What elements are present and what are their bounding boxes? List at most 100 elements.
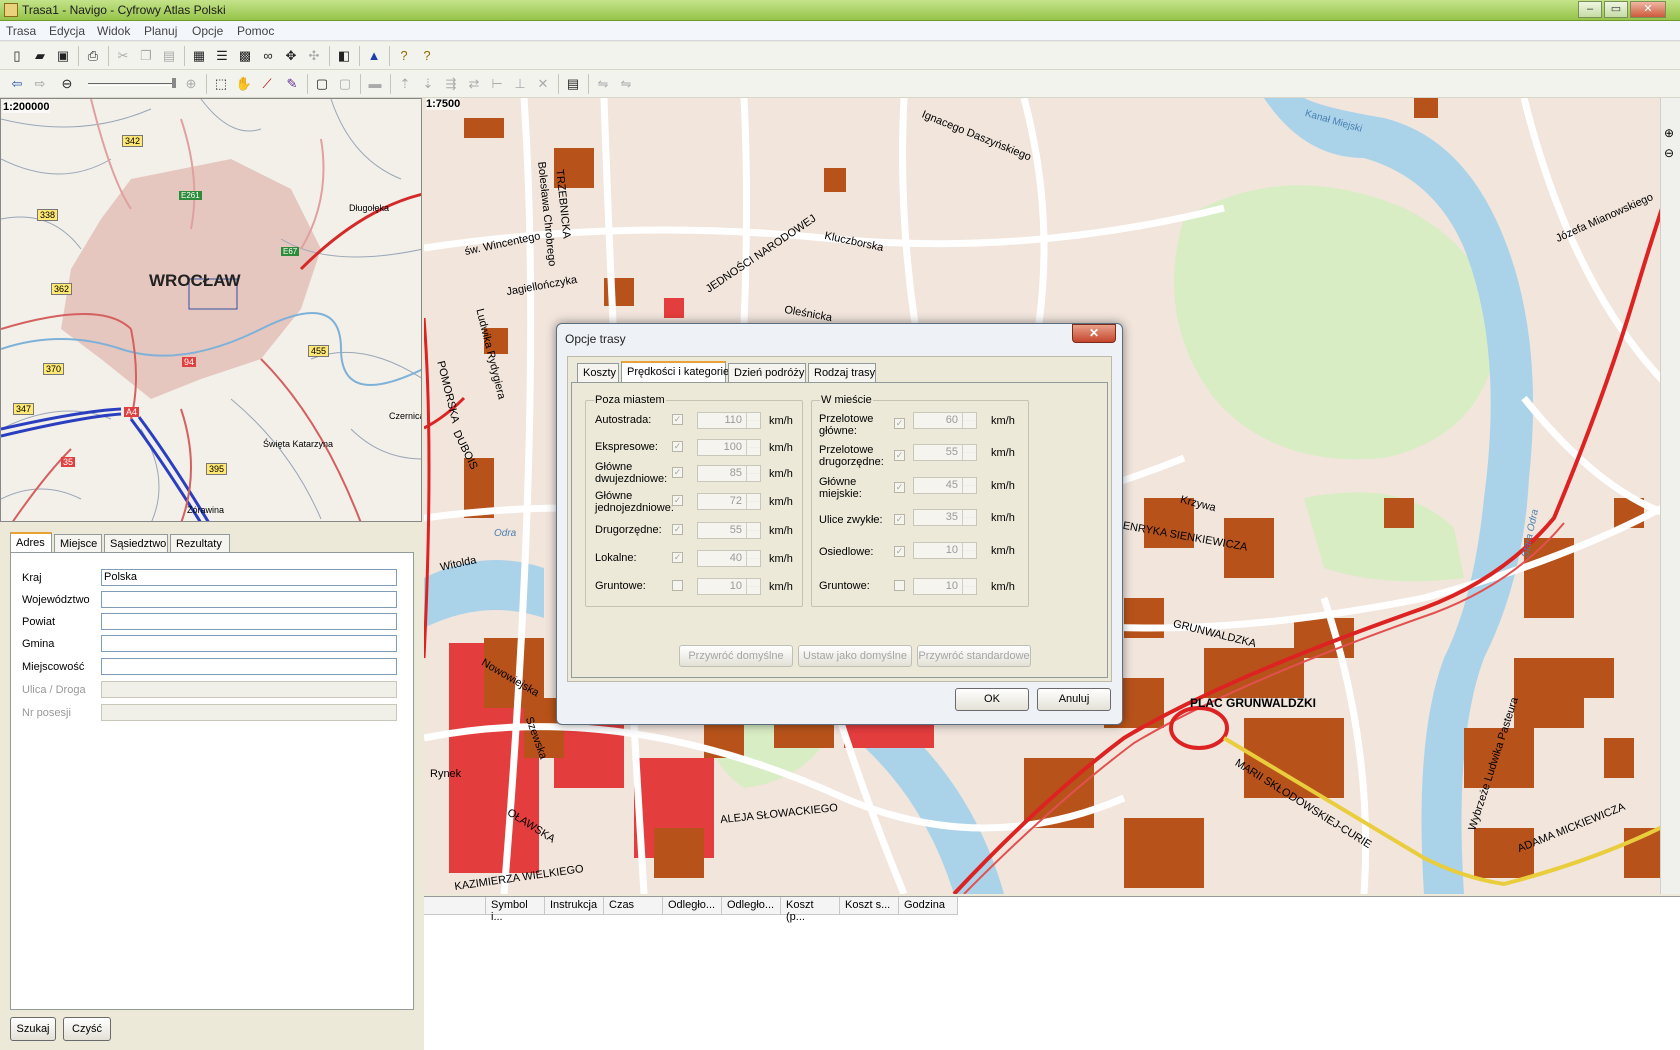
menu-opcje[interactable]: Opcje — [192, 24, 223, 38]
print-icon[interactable]: ⎙ — [84, 47, 102, 65]
grid-header[interactable]: Godzina — [899, 897, 958, 915]
fit-selection-icon[interactable]: ▢ — [336, 75, 354, 93]
speed-input[interactable]: 45 — [913, 477, 977, 494]
tab-miejsce[interactable]: Miejsce — [54, 534, 102, 554]
grid-header[interactable] — [424, 897, 486, 915]
speed-input[interactable]: 110 — [697, 412, 761, 429]
zoom-minus-icon[interactable]: ⊖ — [1664, 146, 1674, 160]
speed-checkbox[interactable]: ✓ — [672, 414, 683, 425]
grid-header[interactable]: Koszt (p... — [781, 897, 840, 923]
menu-planuj[interactable]: Planuj — [144, 24, 177, 38]
pan-hand-icon[interactable]: ✋ — [235, 75, 253, 93]
grid-header[interactable]: Odległo... — [663, 897, 722, 915]
insert-point-icon[interactable]: ⇶ — [442, 75, 460, 93]
help-icon[interactable]: ? — [395, 47, 413, 65]
restore-defaults-button[interactable]: Przywróć domyślne — [679, 645, 793, 667]
minimize-button[interactable]: ‒ — [1578, 1, 1602, 18]
menu-pomoc[interactable]: Pomoc — [237, 24, 274, 38]
street-input[interactable] — [101, 681, 397, 698]
speed-checkbox[interactable]: ✓ — [672, 495, 683, 506]
find-binoculars-icon[interactable]: ∞ — [259, 47, 277, 65]
tab-rodzaj-trasy[interactable]: Rodzaj trasy — [808, 363, 876, 383]
maximize-button[interactable]: ▭ — [1604, 1, 1628, 18]
new-file-icon[interactable]: ▯ — [8, 47, 26, 65]
speed-input[interactable]: 35 — [913, 509, 977, 526]
tools-icon[interactable]: ✥ — [282, 47, 300, 65]
measure-icon[interactable]: ✎ — [283, 75, 301, 93]
open-folder-icon[interactable]: ▰ — [31, 47, 49, 65]
speed-checkbox[interactable]: ✓ — [672, 552, 683, 563]
menu-trasa[interactable]: Trasa — [6, 24, 36, 38]
restore-standard-button[interactable]: Przywróć standardowe — [917, 645, 1031, 667]
back-arrow-icon[interactable]: ⇦ — [8, 75, 26, 93]
save-icon[interactable]: ▣ — [54, 47, 72, 65]
speed-checkbox[interactable]: ✓ — [894, 418, 905, 429]
speed-input[interactable]: 55 — [697, 522, 761, 539]
route-view-icon[interactable]: ▦ — [190, 47, 208, 65]
route-report-icon[interactable]: ▤ — [564, 75, 582, 93]
dialog-close-button[interactable]: ✕ — [1072, 324, 1116, 343]
options-icon[interactable]: ✣ — [305, 47, 323, 65]
menu-edycja[interactable]: Edycja — [49, 24, 85, 38]
move-down-icon[interactable]: ⇣ — [419, 75, 437, 93]
navigate-arrow-icon[interactable]: ▲ — [365, 47, 383, 65]
fit-route-icon[interactable]: ▢ — [313, 75, 331, 93]
copy-icon[interactable]: ❐ — [137, 47, 155, 65]
speed-input[interactable]: 60 — [913, 412, 977, 429]
grid-header[interactable]: Instrukcja — [545, 897, 604, 915]
tab-dzien-podrozy[interactable]: Dzień podróży — [728, 363, 806, 383]
grid-header[interactable]: Koszt s... — [840, 897, 899, 915]
overview-map[interactable]: 1:200000 WROCŁAW Długołęka Czernica Świę… — [0, 98, 422, 522]
tree-icon[interactable]: ⊥ — [511, 75, 529, 93]
grid-header[interactable]: Symbol i... — [486, 897, 545, 923]
import-icon[interactable]: ⇋ — [594, 75, 612, 93]
delete-point-icon[interactable]: ✕ — [534, 75, 552, 93]
reverse-route-icon[interactable]: ⇄ — [465, 75, 483, 93]
vehicle-icon[interactable]: ▬ — [366, 75, 384, 93]
export-icon[interactable]: ⇋ — [617, 75, 635, 93]
speed-checkbox[interactable]: ✓ — [894, 514, 905, 525]
speed-input[interactable]: 72 — [697, 493, 761, 510]
speed-checkbox[interactable]: ✓ — [894, 482, 905, 493]
cut-icon[interactable]: ✂ — [114, 47, 132, 65]
grid-header[interactable]: Odległo... — [722, 897, 781, 915]
search-button[interactable]: Szukaj — [10, 1017, 56, 1041]
close-window-button[interactable]: ✕ — [1630, 1, 1666, 18]
list-icon[interactable]: ☰ — [213, 47, 231, 65]
route-point-icon[interactable]: ⟋ — [258, 75, 276, 93]
voivodeship-input[interactable] — [101, 591, 397, 608]
grid-header[interactable]: Czas — [604, 897, 663, 915]
cancel-button[interactable]: Anuluj — [1037, 688, 1111, 711]
tab-koszty[interactable]: Koszty — [577, 363, 619, 383]
zoom-out-icon[interactable]: ⊖ — [58, 75, 76, 93]
speed-input[interactable]: 10 — [913, 542, 977, 559]
speed-checkbox[interactable] — [894, 580, 905, 591]
speed-checkbox[interactable]: ✓ — [894, 546, 905, 557]
branch-icon[interactable]: ⊢ — [488, 75, 506, 93]
speed-input[interactable]: 100 — [697, 439, 761, 456]
context-help-icon[interactable]: ? — [418, 47, 436, 65]
speed-input[interactable]: 10 — [697, 578, 761, 595]
speed-checkbox[interactable] — [672, 580, 683, 591]
tab-predkosci[interactable]: Prędkości i kategorie — [621, 361, 729, 384]
speed-checkbox[interactable]: ✓ — [672, 441, 683, 452]
select-arrow-icon[interactable]: ⬚ — [212, 75, 230, 93]
route-results-grid[interactable]: Symbol i... Instrukcja Czas Odległo... O… — [424, 896, 1680, 1050]
zoom-in-icon[interactable]: ⊕ — [182, 75, 200, 93]
speed-input[interactable]: 85 — [697, 465, 761, 482]
move-up-icon[interactable]: ⇡ — [396, 75, 414, 93]
map-view-icon[interactable]: ▩ — [236, 47, 254, 65]
country-input[interactable]: Polska — [101, 569, 397, 586]
night-mode-icon[interactable]: ◧ — [335, 47, 353, 65]
forward-arrow-icon[interactable]: ⇨ — [31, 75, 49, 93]
speed-checkbox[interactable]: ✓ — [672, 524, 683, 535]
map-zoom-bar[interactable]: ⊕ ⊖ — [1660, 98, 1680, 894]
district-input[interactable] — [101, 613, 397, 630]
house-number-input[interactable] — [101, 704, 397, 721]
speed-input[interactable]: 40 — [697, 550, 761, 567]
paste-icon[interactable]: ▤ — [160, 47, 178, 65]
ok-button[interactable]: OK — [955, 688, 1029, 711]
speed-input[interactable]: 55 — [913, 444, 977, 461]
tab-sasiedztwo[interactable]: Sąsiedztwo — [104, 534, 168, 554]
speed-checkbox[interactable]: ✓ — [672, 467, 683, 478]
